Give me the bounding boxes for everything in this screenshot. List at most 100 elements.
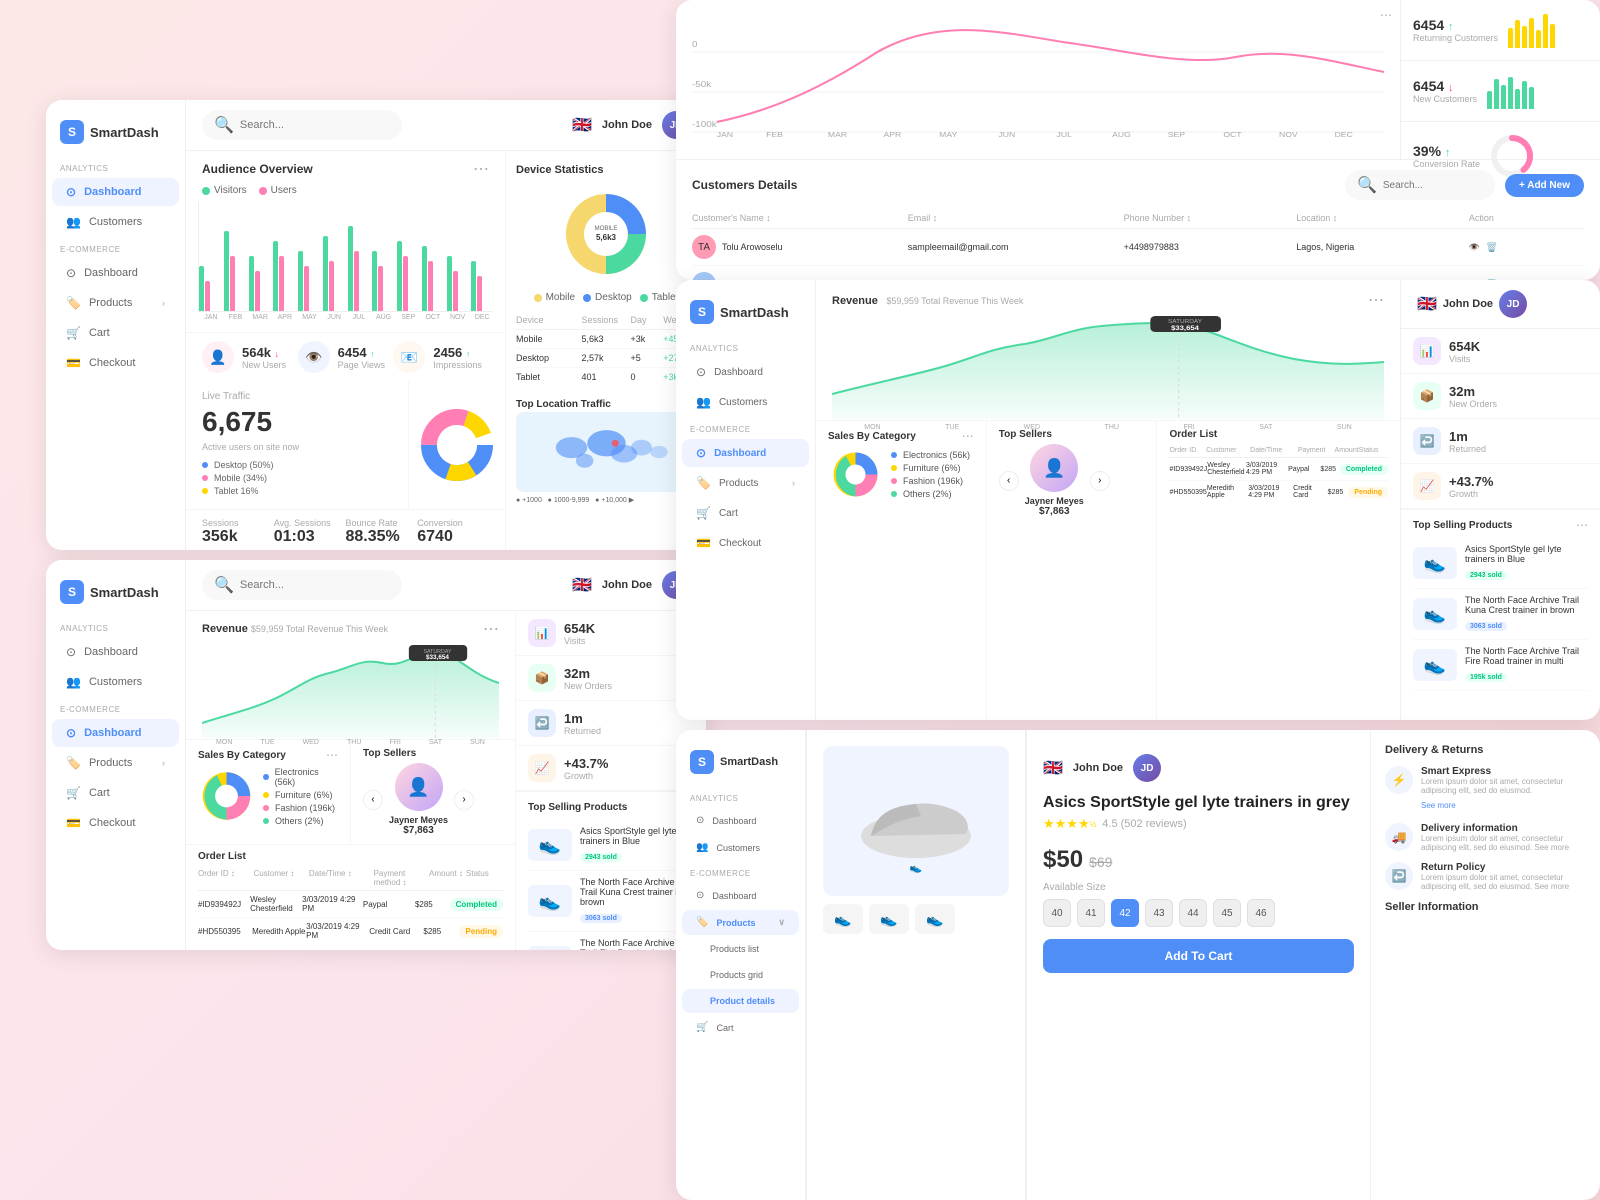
bar bbox=[205, 281, 210, 311]
customer-search-box[interactable]: 🔍 bbox=[1345, 170, 1495, 200]
svg-text:$33,654: $33,654 bbox=[426, 654, 450, 661]
sidebar-item-dashboard[interactable]: ⊙ Dashboard bbox=[52, 178, 179, 206]
ecommerce-label: E-COMMERCE bbox=[46, 237, 185, 258]
prev-btn[interactable]: ‹ bbox=[999, 471, 1019, 491]
bar bbox=[348, 226, 353, 311]
thumbnail-2[interactable]: 👟 bbox=[869, 904, 909, 934]
sidebar-subitem-product-details[interactable]: Product details bbox=[682, 989, 799, 1013]
revenue-more-icon[interactable]: ⋯ bbox=[483, 619, 499, 639]
device-stats-title: Device Statistics bbox=[516, 164, 603, 176]
revenue-more-icon[interactable]: ⋯ bbox=[1368, 290, 1384, 310]
more-options-icon[interactable]: ⋯ bbox=[473, 159, 489, 179]
impressions-value: 2456 ↑ bbox=[433, 345, 482, 360]
sidebar-item-ec-dashboard[interactable]: ⊙ Dashboard bbox=[52, 259, 179, 287]
tablet-traffic: Tablet 16% bbox=[202, 486, 392, 496]
size-43[interactable]: 43 bbox=[1145, 899, 1173, 927]
prev-seller-btn[interactable]: ‹ bbox=[363, 790, 383, 810]
svg-text:SEP: SEP bbox=[1168, 131, 1185, 139]
orders-value: 32m bbox=[1449, 384, 1497, 399]
sidebar-item-products[interactable]: 🏷️ Products › bbox=[52, 289, 179, 317]
sidebar-item-ec-dashboard[interactable]: ⊙ Dashboard bbox=[52, 719, 179, 747]
table-row: TA Tolu Arowoselu sampleemail@gmail.com … bbox=[692, 229, 1584, 266]
sidebar-item-ec-dashboard[interactable]: ⊙ Dashboard bbox=[682, 883, 799, 908]
size-45[interactable]: 45 bbox=[1213, 899, 1241, 927]
return-icon: ↩️ bbox=[1385, 862, 1413, 890]
app-name: SmartDash bbox=[720, 305, 789, 320]
impressions-label: Impressions bbox=[433, 360, 482, 370]
svg-text:JAN: JAN bbox=[717, 131, 734, 139]
customer-search-input[interactable] bbox=[1383, 180, 1483, 191]
card4-main: Revenue $59,959 Total Revenue This Week … bbox=[816, 280, 1400, 720]
view-icon[interactable]: 👁️ bbox=[1469, 242, 1480, 253]
more-icon[interactable]: ⋯ bbox=[1576, 518, 1588, 532]
sidebar-subitem-products-grid[interactable]: Products grid bbox=[682, 963, 799, 987]
add-new-button[interactable]: + Add New bbox=[1505, 174, 1584, 197]
search-box[interactable]: 🔍 bbox=[202, 110, 402, 140]
thumbnail-3[interactable]: 👟 bbox=[915, 904, 955, 934]
sidebar-item-products[interactable]: 🏷️ Products › bbox=[52, 749, 179, 777]
bar-group bbox=[372, 251, 394, 311]
chart-more-icon[interactable]: ⋯ bbox=[1380, 8, 1392, 22]
live-traffic-title: Live Traffic bbox=[202, 391, 392, 402]
product-image-section: 👟 👟 👟 👟 bbox=[806, 730, 1026, 1200]
logo: S SmartDash bbox=[676, 292, 815, 336]
checkout-icon: 💳 bbox=[66, 356, 81, 370]
add-to-cart-button[interactable]: Add To Cart bbox=[1043, 939, 1354, 973]
seller-card: 👤 Jayner Meyes $7,863 bbox=[389, 763, 448, 836]
more-icon[interactable]: ⋯ bbox=[962, 429, 974, 443]
size-46[interactable]: 46 bbox=[1247, 899, 1275, 927]
card5-sidebar: S SmartDash ANALYTICS ⊙ Dashboard 👥 Cust… bbox=[676, 730, 806, 1200]
sidebar-item-cart[interactable]: 🛒 Cart bbox=[52, 779, 179, 807]
svg-text:JUN: JUN bbox=[998, 131, 1015, 139]
sidebar-item-checkout[interactable]: 💳 Checkout bbox=[52, 349, 179, 377]
next-btn[interactable]: › bbox=[1090, 471, 1110, 491]
topbar: 🔍 🇬🇧 John Doe JD bbox=[186, 100, 706, 151]
next-seller-btn[interactable]: › bbox=[454, 790, 474, 810]
sidebar-item-checkout[interactable]: 💳 Checkout bbox=[682, 529, 809, 557]
sidebar-item-cart[interactable]: 🛒 Cart bbox=[52, 319, 179, 347]
sidebar-item-products[interactable]: 🏷️ Products ∨ bbox=[682, 910, 799, 935]
search-input[interactable] bbox=[240, 579, 390, 591]
sidebar-item-dashboard[interactable]: ⊙ Dashboard bbox=[682, 358, 809, 386]
search-input[interactable] bbox=[240, 119, 390, 131]
sidebar-item-customers[interactable]: 👥 Customers bbox=[682, 388, 809, 416]
product-thumbnail: 👟 bbox=[528, 946, 572, 950]
sidebar-item-dashboard[interactable]: ⊙ Dashboard bbox=[52, 638, 179, 666]
sidebar-subitem-products-list[interactable]: Products list bbox=[682, 937, 799, 961]
customer-name-cell: JD John Doe bbox=[692, 272, 908, 280]
size-42[interactable]: 42 bbox=[1111, 899, 1139, 927]
thumbnail-1[interactable]: 👟 bbox=[823, 904, 863, 934]
bar bbox=[298, 251, 303, 311]
sidebar-item-dashboard[interactable]: ⊙ Dashboard bbox=[682, 808, 799, 833]
svg-text:5,6k3: 5,6k3 bbox=[596, 233, 617, 242]
audience-overview-title: Audience Overview bbox=[202, 162, 313, 176]
search-box[interactable]: 🔍 bbox=[202, 570, 402, 600]
new-users-value: 564k ↓ bbox=[242, 345, 286, 360]
delete-icon[interactable]: 🗑️ bbox=[1486, 242, 1497, 253]
page-views-label: Page Views bbox=[338, 360, 385, 370]
orders-label: New Orders bbox=[564, 681, 612, 691]
page-views-value: 6454 ↑ bbox=[338, 345, 385, 360]
size-41[interactable]: 41 bbox=[1077, 899, 1105, 927]
topbar: 🔍 🇬🇧 John Doe JD bbox=[186, 560, 706, 611]
sidebar-item-customers[interactable]: 👥 Customers bbox=[682, 835, 799, 860]
svg-text:AUG: AUG bbox=[1112, 131, 1131, 139]
sidebar-item-products[interactable]: 🏷️ Products › bbox=[682, 469, 809, 497]
topbar-right: 🇬🇧 John Doe JD bbox=[1043, 754, 1161, 782]
see-more-link[interactable]: See more bbox=[1421, 801, 1456, 810]
sidebar-item-cart[interactable]: 🛒 Cart bbox=[682, 1015, 799, 1040]
bar bbox=[230, 256, 235, 311]
size-44[interactable]: 44 bbox=[1179, 899, 1207, 927]
svg-text:APR: APR bbox=[884, 131, 902, 139]
stat-impressions: 📧 2456 ↑ Impressions bbox=[393, 341, 489, 373]
topbar-right: 🇬🇧 John Doe JD bbox=[1417, 290, 1527, 318]
revenue-section: Revenue $59,959 Total Revenue This Week … bbox=[186, 611, 516, 950]
sidebar-item-customers[interactable]: 👥 Customers bbox=[52, 668, 179, 696]
bar bbox=[329, 261, 334, 311]
sidebar-item-customers[interactable]: 👥 Customers bbox=[52, 208, 179, 236]
sidebar-item-cart[interactable]: 🛒 Cart bbox=[682, 499, 809, 527]
sales-more-icon[interactable]: ⋯ bbox=[326, 748, 338, 762]
sidebar-item-ec-dashboard[interactable]: ⊙ Dashboard bbox=[682, 439, 809, 467]
sidebar-item-checkout[interactable]: 💳 Checkout bbox=[52, 809, 179, 837]
size-40[interactable]: 40 bbox=[1043, 899, 1071, 927]
